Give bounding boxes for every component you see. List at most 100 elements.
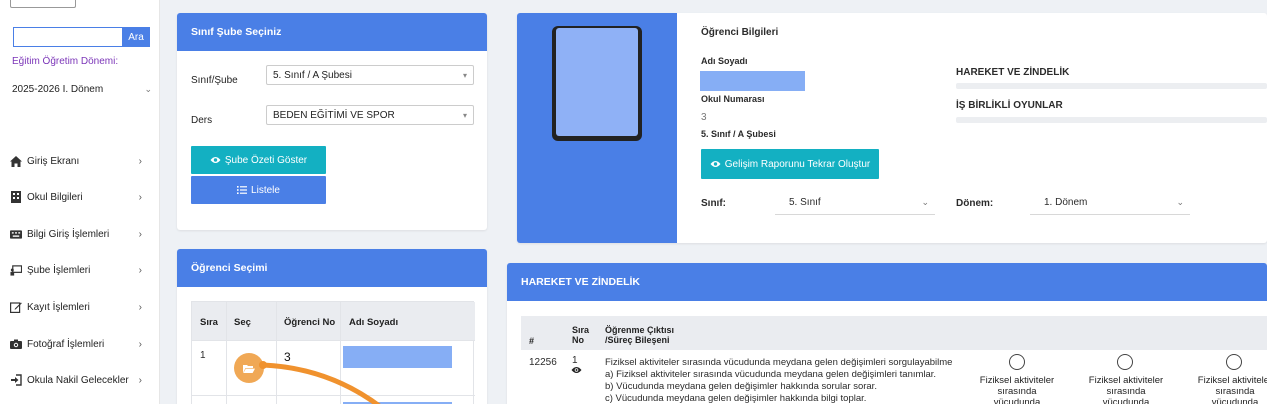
top-dropdown[interactable] — [10, 0, 76, 8]
skill-progress-bar — [956, 117, 1267, 123]
option-radio[interactable] — [1226, 354, 1242, 370]
branch-summary-label: Şube Özeti Göster — [224, 154, 308, 166]
filter-class-value: 5. Sınıf — [789, 197, 821, 208]
sidebar-item-label: Okul Bilgileri — [27, 191, 83, 203]
filter-class-label: Sınıf: — [701, 198, 726, 209]
card-header: Sınıf Şube Seçiniz — [177, 13, 487, 51]
option-label: Fiziksel aktiviteler sırasında vücudunda… — [979, 375, 1055, 404]
chalkboard-icon — [10, 264, 22, 276]
school-number-label: Okul Numarası — [701, 94, 765, 104]
header-select: Seç — [234, 317, 251, 328]
edit-icon — [10, 301, 22, 313]
sidebar-item-branch[interactable]: Şube İşlemleri › — [10, 260, 142, 280]
outcome-order: 1 — [572, 355, 578, 366]
course-select[interactable]: BEDEN EĞİTİMİ VE SPOR ▾ — [266, 105, 474, 125]
outcome-line: Fiziksel aktiviteler sırasında vücudunda… — [605, 357, 953, 368]
sidebar: Ara Eğitim Öğretim Dönemi: 2025-2026 I. … — [0, 0, 160, 404]
sidebar-item-label: Okula Nakil Gelecekler — [27, 374, 129, 386]
header-order: Sıra — [200, 317, 218, 328]
skill-label: HAREKET VE ZİNDELİK — [956, 67, 1070, 78]
chevron-right-icon: › — [138, 155, 142, 167]
header-id: # — [529, 336, 535, 346]
search-input[interactable] — [13, 27, 123, 47]
student-name-redacted — [700, 71, 805, 91]
student-photo — [556, 28, 638, 136]
regenerate-report-label: Gelişim Raporunu Tekrar Oluştur — [724, 158, 871, 170]
sidebar-item-label: Bilgi Giriş İşlemleri — [27, 228, 110, 240]
header-outcome: Öğrenme Çıktısı /Süreç Bileşeni — [605, 325, 675, 345]
option-label: Fiziksel aktiviteler sırasında vücudunda… — [1197, 375, 1267, 404]
regenerate-report-button[interactable]: Gelişim Raporunu Tekrar Oluştur — [701, 149, 879, 179]
header-student-no: Öğrenci No — [284, 317, 336, 328]
sidebar-item-registration[interactable]: Kayıt İşlemleri › — [10, 297, 142, 317]
eye-icon — [210, 156, 221, 164]
course-select-value: BEDEN EĞİTİMİ VE SPOR — [273, 109, 395, 121]
header-order: Sıra No — [572, 325, 590, 345]
chevron-down-icon: ⌄ — [921, 197, 929, 207]
filter-term-value: 1. Dönem — [1044, 197, 1088, 208]
term-select[interactable]: 2025-2026 I. Dönem ⌄ — [12, 80, 152, 98]
filter-term-label: Dönem: — [956, 198, 994, 209]
header-name: Adı Soyadı — [349, 317, 399, 328]
name-label: Adı Soyadı — [701, 56, 748, 66]
option-label: Fiziksel aktiviteler sırasında vücudunda… — [1088, 375, 1164, 404]
outcome-text: Fiziksel aktiviteler sırasında vücudunda… — [605, 357, 952, 404]
building-icon — [10, 191, 22, 203]
sidebar-item-label: Şube İşlemleri — [27, 264, 91, 276]
chevron-down-icon: ⌄ — [144, 83, 152, 94]
chevron-right-icon: › — [138, 264, 142, 276]
student-class-text: 5. Sınıf / A Şubesi — [701, 129, 776, 139]
student-info-card: Öğrenci Bilgileri Adı Soyadı Okul Numara… — [517, 13, 1267, 243]
eye-icon — [710, 160, 721, 168]
caret-down-icon: ▾ — [462, 70, 467, 80]
caret-down-icon: ▾ — [462, 110, 467, 120]
list-button-label: Listele — [251, 184, 280, 196]
outcome-line: b) Vücudunda meydana gelen değişimler ha… — [605, 381, 877, 392]
sidebar-item-label: Giriş Ekranı — [27, 155, 80, 167]
row-divider — [192, 340, 475, 341]
outcome-line: c) Vücudunda meydana gelen değişimler ha… — [605, 393, 867, 404]
list-button[interactable]: Listele — [191, 176, 326, 204]
branch-summary-button[interactable]: Şube Özeti Göster — [191, 146, 326, 174]
col-divider — [226, 302, 227, 404]
course-label: Ders — [191, 115, 213, 126]
card-header: HAREKET VE ZİNDELİK — [507, 263, 1267, 301]
filter-class-select[interactable]: 5. Sınıf ⌄ — [775, 191, 935, 215]
sidebar-item-label: Kayıt İşlemleri — [27, 301, 90, 313]
class-select-card: Sınıf Şube Seçiniz Sınıf/Şube 5. Sınıf /… — [177, 13, 487, 230]
search-button[interactable]: Ara — [122, 27, 150, 47]
chevron-right-icon: › — [138, 301, 142, 313]
keyboard-icon — [10, 228, 22, 240]
home-icon — [10, 155, 22, 167]
chevron-right-icon: › — [138, 374, 142, 386]
sidebar-item-photo[interactable]: Fotoğraf İşlemleri › — [10, 334, 142, 354]
chevron-down-icon: ⌄ — [1176, 197, 1184, 207]
list-icon — [237, 186, 248, 194]
option-radio[interactable] — [1009, 354, 1025, 370]
term-select-value: 2025-2026 I. Dönem — [12, 83, 104, 95]
skill-progress-bar — [956, 83, 1267, 89]
sidebar-item-school-info[interactable]: Okul Bilgileri › — [10, 187, 142, 207]
option-radio[interactable] — [1117, 354, 1133, 370]
annotation-arrow — [259, 361, 381, 404]
outcome-line: a) Fiziksel aktiviteler sırasında vücudu… — [605, 369, 937, 380]
term-label: Eğitim Öğretim Dönemi: — [12, 56, 119, 67]
class-select[interactable]: 5. Sınıf / A Şubesi ▾ — [266, 65, 474, 85]
class-label: Sınıf/Şube — [191, 75, 238, 86]
filter-term-select[interactable]: 1. Dönem ⌄ — [1030, 191, 1190, 215]
sidebar-item-home[interactable]: Giriş Ekranı › — [10, 151, 142, 171]
sidebar-item-label: Fotoğraf İşlemleri — [27, 338, 105, 350]
chevron-right-icon: › — [138, 228, 142, 240]
sidebar-item-data-entry[interactable]: Bilgi Giriş İşlemleri › — [10, 224, 142, 244]
sign-in-icon — [10, 374, 22, 386]
skill-label: İŞ BİRLİKLİ OYUNLAR — [956, 100, 1063, 111]
chevron-right-icon: › — [138, 191, 142, 203]
outcome-id: 12256 — [529, 357, 557, 368]
student-info-title: Öğrenci Bilgileri — [701, 27, 779, 38]
sidebar-item-transfer[interactable]: Okula Nakil Gelecekler › — [10, 370, 142, 390]
class-select-value: 5. Sınıf / A Şubesi — [273, 69, 352, 81]
chevron-right-icon: › — [138, 338, 142, 350]
eye-icon[interactable] — [571, 366, 582, 374]
outcomes-card: HAREKET VE ZİNDELİK # Sıra No Öğrenme Çı… — [507, 263, 1267, 404]
school-number-value: 3 — [701, 112, 707, 123]
